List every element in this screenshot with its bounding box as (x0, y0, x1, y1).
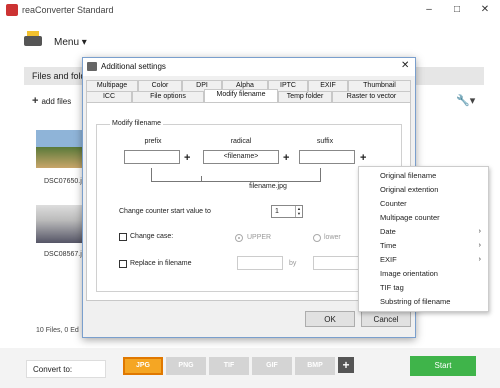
preview-bracket-tick (201, 176, 202, 182)
printer-icon[interactable] (22, 30, 44, 50)
wrench-icon[interactable]: 🔧▾ (456, 94, 475, 107)
change-case-label: Change case: (130, 233, 174, 240)
menu-label: Menu (54, 37, 80, 48)
menu-item-label: EXIF (380, 255, 397, 264)
add-suffix-token-button[interactable]: + (360, 152, 366, 164)
by-label: by (289, 260, 297, 267)
menu-item-label: Substring of filename (380, 297, 451, 306)
menu-item-image-orientation[interactable]: Image orientation (359, 267, 488, 280)
menu-item-substring-of-filename[interactable]: Substring of filename (359, 295, 488, 308)
plus-icon: + (32, 95, 39, 107)
menu-item-original-filename[interactable]: Original filename (359, 169, 488, 182)
close-window-button[interactable]: ✕ (474, 2, 496, 18)
replace-checkbox[interactable] (119, 260, 127, 268)
maximize-button[interactable]: □ (446, 2, 468, 18)
radical-input[interactable]: <filename> (203, 150, 279, 164)
settings-icon (87, 62, 97, 71)
format-png-button[interactable]: PNG (166, 357, 206, 375)
cancel-button[interactable]: Cancel (361, 311, 411, 327)
close-icon[interactable]: ✕ (401, 60, 409, 71)
lower-radio[interactable] (313, 234, 321, 242)
preview-bracket (151, 168, 321, 182)
menu-item-label: Original filename (380, 171, 437, 180)
lower-label: lower (324, 234, 341, 241)
change-case-checkbox[interactable] (119, 233, 127, 241)
format-bmp-button[interactable]: BMP (295, 357, 335, 375)
thumbnail-image[interactable] (36, 130, 84, 168)
menu-item-label: Original extention (380, 185, 439, 194)
replace-find-input[interactable] (237, 256, 283, 270)
upper-radio[interactable] (235, 234, 243, 242)
thumbnail-image[interactable] (36, 205, 84, 243)
files-count: 10 Files, 0 Ed (36, 327, 79, 334)
tab-thumbnail[interactable]: Thumbnail (348, 80, 411, 91)
tab-multipage[interactable]: Multipage (86, 80, 138, 91)
app-title: reaConverter Standard (22, 5, 114, 15)
app-icon (6, 4, 18, 16)
menu-item-exif[interactable]: EXIF › (359, 253, 488, 266)
chevron-right-icon: › (478, 256, 481, 263)
menu-item-label: Image orientation (380, 269, 438, 278)
upper-label: UPPER (247, 234, 272, 241)
token-context-menu: Original filename Original extention Cou… (358, 166, 489, 312)
tab-temp-folder[interactable]: Temp folder (278, 91, 332, 102)
menu-item-label: TIF tag (380, 283, 404, 292)
add-files-button[interactable]: + add files (32, 95, 71, 107)
app-titlebar: reaConverter Standard – □ ✕ (0, 0, 500, 22)
format-tif-button[interactable]: TIF (209, 357, 249, 375)
prefix-label: prefix (144, 138, 162, 145)
menu-button[interactable]: Menu ▾ (54, 37, 87, 48)
add-files-label: add files (41, 97, 72, 106)
menu-item-time[interactable]: Time › (359, 239, 488, 252)
dialog-titlebar: Additional settings ✕ (83, 58, 415, 76)
tab-icc[interactable]: ICC (86, 91, 132, 102)
tab-exif[interactable]: EXIF (308, 80, 348, 91)
filename-preview: filename.jpg (249, 183, 287, 190)
chevron-right-icon: › (478, 242, 481, 249)
menu-item-date[interactable]: Date › (359, 225, 488, 238)
menu-item-label: Counter (380, 199, 407, 208)
dialog-title: Additional settings (101, 62, 166, 71)
menu-item-label: Date (380, 227, 396, 236)
start-button[interactable]: Start (410, 356, 476, 376)
chevron-right-icon: › (478, 228, 481, 235)
format-gif-button[interactable]: GIF (252, 357, 292, 375)
menu-item-multipage-counter[interactable]: Multipage counter (359, 211, 488, 224)
menu-bar: Menu ▾ (0, 28, 500, 58)
group-title: Modify filename (110, 120, 164, 127)
suffix-label: suffix (316, 138, 334, 145)
menu-item-original-extention[interactable]: Original extention (359, 183, 488, 196)
suffix-input[interactable] (299, 150, 355, 164)
convert-to-label: Convert to: (26, 360, 106, 378)
add-radical-token-button[interactable]: + (283, 152, 289, 164)
menu-item-tif-tag[interactable]: TIF tag (359, 281, 488, 294)
menu-item-counter[interactable]: Counter (359, 197, 488, 210)
counter-spinner[interactable]: ▲ ▼ (295, 206, 302, 217)
menu-item-label: Time (380, 241, 397, 250)
format-jpg-button[interactable]: JPG (123, 357, 163, 375)
menu-item-label: Multipage counter (380, 213, 440, 222)
minimize-button[interactable]: – (418, 2, 440, 18)
tab-modify-filename[interactable]: Modify filename (204, 89, 278, 102)
counter-label: Change counter start value to (119, 208, 211, 215)
add-format-button[interactable]: + (338, 357, 354, 373)
replace-with-input[interactable] (313, 256, 359, 270)
tab-color[interactable]: Color (138, 80, 182, 91)
prefix-input[interactable] (124, 150, 180, 164)
radical-label: radical (230, 138, 252, 145)
ok-button[interactable]: OK (305, 311, 355, 327)
replace-label: Replace in filename (130, 260, 192, 267)
tab-raster-to-vector[interactable]: Raster to vector (332, 91, 411, 102)
add-prefix-token-button[interactable]: + (184, 152, 190, 164)
tab-file-options[interactable]: File options (132, 91, 204, 102)
bottom-bar: Convert to: JPG PNG TIF GIF BMP + Start (0, 348, 500, 388)
